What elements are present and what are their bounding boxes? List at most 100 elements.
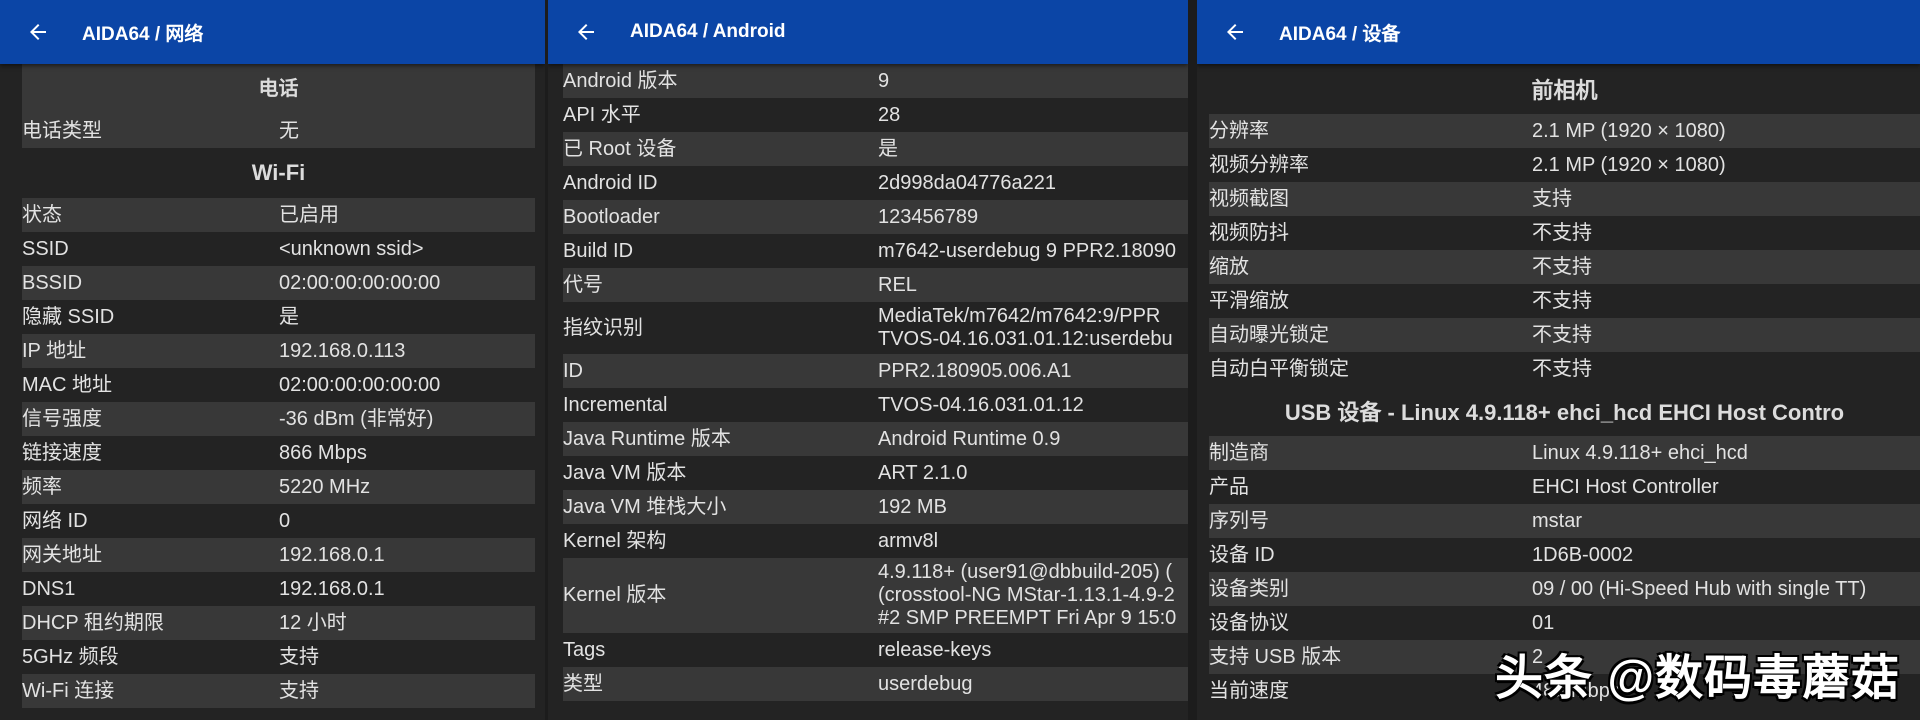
info-row[interactable]: 频率 5220 MHz (22, 470, 535, 504)
info-row[interactable]: MAC 地址 02:00:00:00:00:00 (22, 368, 535, 402)
network-panel: AIDA64 / 网络 电话 电话类型 无 Wi-Fi 状态 已启用 SSID <unknow… (0, 0, 545, 720)
page-title: AIDA64 / 网络 (82, 23, 204, 45)
row-value: 1D6B-0002 (1532, 543, 1634, 566)
info-row[interactable]: DHCP 租约期限 12 小时 (22, 606, 535, 640)
row-label: 平滑缩放 (1209, 289, 1289, 312)
info-row[interactable]: 代号 REL (563, 268, 1188, 302)
back-arrow-icon[interactable] (24, 18, 52, 46)
row-value: 已启用 (279, 203, 339, 226)
info-row[interactable]: 平滑缩放 不支持 (1209, 284, 1920, 318)
info-row[interactable]: SSID <unknown ssid> (22, 232, 535, 266)
row-value: release-keys (878, 638, 992, 661)
info-row[interactable]: 自动白平衡锁定 不支持 (1209, 352, 1920, 386)
info-row[interactable]: 分辨率 2.1 MP (1920 × 1080) (1209, 114, 1920, 148)
info-row[interactable]: 网络 ID 0 (22, 504, 535, 538)
info-row[interactable]: Java VM 堆栈大小 192 MB (563, 490, 1188, 524)
row-label: 分辨率 (1209, 119, 1269, 142)
info-row[interactable]: Android 版本 9 (563, 64, 1188, 98)
info-row[interactable]: 链接速度 866 Mbps (22, 436, 535, 470)
info-row[interactable]: 电话类型 无 (22, 114, 535, 148)
info-row[interactable]: Android ID 2d998da04776a221 (563, 166, 1188, 200)
info-row[interactable]: DNS1 192.168.0.1 (22, 572, 535, 606)
row-label: 支持 USB 版本 (1209, 645, 1342, 668)
info-row[interactable]: 5GHz 频段 支持 (22, 640, 535, 674)
row-label: Kernel 版本 (563, 584, 667, 606)
info-row[interactable]: 视频防抖 不支持 (1209, 216, 1920, 250)
info-row[interactable]: 自动曝光锁定 不支持 (1209, 318, 1920, 352)
page-title: AIDA64 / Android (630, 21, 786, 42)
row-value: 不支持 (1532, 357, 1592, 380)
row-value: 不支持 (1532, 289, 1592, 312)
info-row[interactable]: 制造商 Linux 4.9.118+ ehci_hcd (1209, 436, 1920, 470)
info-row[interactable]: Bootloader 123456789 (563, 200, 1188, 234)
row-value: 5220 MHz (279, 475, 371, 498)
info-row[interactable]: 视频分辨率 2.1 MP (1920 × 1080) (1209, 148, 1920, 182)
row-label: 当前速度 (1209, 679, 1289, 702)
row-label: 5GHz 频段 (22, 645, 119, 668)
row-label: 视频分辨率 (1209, 153, 1309, 176)
row-value: MediaTek/m7642/m7642:9/PPR TVOS-04.16.031… (878, 305, 1173, 350)
row-value: Linux 4.9.118+ ehci_hcd (1532, 441, 1748, 464)
info-row[interactable]: IP 地址 192.168.0.113 (22, 334, 535, 368)
info-row[interactable]: API 水平 28 (563, 98, 1188, 132)
info-row[interactable]: 隐藏 SSID 是 (22, 300, 535, 334)
row-value: 2.1 MP (1920 × 1080) (1532, 153, 1726, 176)
row-label: BSSID (22, 271, 83, 294)
back-arrow-icon[interactable] (572, 18, 600, 46)
info-row[interactable]: Tags release-keys (563, 633, 1188, 667)
info-list[interactable]: 前相机 分辨率 2.1 MP (1920 × 1080) 视频分辨率 2.1 MP (1… (1209, 64, 1920, 708)
row-label: Java VM 版本 (563, 461, 687, 484)
row-label: 设备 ID (1209, 543, 1275, 566)
row-label: Java VM 堆栈大小 (563, 495, 727, 518)
row-label: 状态 (22, 203, 62, 226)
info-row[interactable]: Kernel 架构 armv8l (563, 524, 1188, 558)
row-value: EHCI Host Controller (1532, 475, 1719, 498)
row-value: 192.168.0.113 (279, 339, 406, 362)
info-row[interactable]: 设备协议 01 (1209, 606, 1920, 640)
row-label: Bootloader (563, 205, 660, 228)
info-row[interactable]: 指纹识别 MediaTek/m7642/m7642:9/PPR TVOS-04.16… (563, 302, 1188, 354)
info-row[interactable]: 状态 已启用 (22, 198, 535, 232)
info-row[interactable]: Build ID m7642-userdebug 9 PPR2.18090 (563, 234, 1188, 268)
info-row[interactable]: 类型 userdebug (563, 667, 1188, 701)
row-label: ID (563, 359, 583, 382)
info-row[interactable]: 设备类别 09 / 00 (Hi-Speed Hub with single TT… (1209, 572, 1920, 606)
info-row[interactable]: ID PPR2.180905.006.A1 (563, 354, 1188, 388)
section-header: 电话 (22, 64, 535, 114)
info-row[interactable]: 设备 ID 1D6B-0002 (1209, 538, 1920, 572)
info-row[interactable]: 已 Root 设备 是 (563, 132, 1188, 166)
row-value: 28 (878, 103, 901, 126)
row-label: 信号强度 (22, 407, 102, 430)
info-row[interactable]: 信号强度 -36 dBm (非常好) (22, 402, 535, 436)
row-label: 网络 ID (22, 509, 88, 532)
info-row[interactable]: 视频截图 支持 (1209, 182, 1920, 216)
info-row[interactable]: Wi-Fi 连接 支持 (22, 674, 535, 708)
info-list[interactable]: Android 版本 9 API 水平 28 已 Root 设备 是 Android ID 2… (563, 64, 1188, 701)
row-label: 自动曝光锁定 (1209, 323, 1329, 346)
row-label: 序列号 (1209, 509, 1269, 532)
row-label: Android ID (563, 171, 658, 194)
row-label: 电话类型 (22, 119, 102, 142)
row-label: 隐藏 SSID (22, 305, 115, 328)
info-row[interactable]: 产品 EHCI Host Controller (1209, 470, 1920, 504)
row-value: 是 (279, 305, 299, 328)
row-label: DNS1 (22, 577, 76, 600)
section-header: 前相机 (1531, 78, 1598, 103)
info-row[interactable]: Incremental TVOS-04.16.031.01.12 (563, 388, 1188, 422)
row-label: 类型 (563, 672, 603, 695)
info-row[interactable]: Java Runtime 版本 Android Runtime 0.9 (563, 422, 1188, 456)
row-value: 4.9.118+ (user91@dbbuild-205) ((crosstoo… (878, 561, 1177, 629)
info-row[interactable]: BSSID 02:00:00:00:00:00 (22, 266, 535, 300)
row-label: MAC 地址 (22, 373, 112, 396)
back-arrow-icon[interactable] (1221, 18, 1249, 46)
info-list[interactable]: 电话 电话类型 无 Wi-Fi 状态 已启用 SSID <unknown ssid> BSSID… (22, 64, 535, 708)
info-row[interactable]: 序列号 mstar (1209, 504, 1920, 538)
info-row[interactable]: 网关地址 192.168.0.1 (22, 538, 535, 572)
row-label: 视频截图 (1209, 187, 1289, 210)
row-label: SSID (22, 237, 69, 260)
row-value: 无 (279, 119, 299, 142)
info-row[interactable]: 缩放 不支持 (1209, 250, 1920, 284)
row-value: -36 dBm (非常好) (279, 407, 434, 430)
info-row[interactable]: Kernel 版本 4.9.118+ (user91@dbbuild-205) (… (563, 558, 1188, 633)
info-row[interactable]: Java VM 版本 ART 2.1.0 (563, 456, 1188, 490)
